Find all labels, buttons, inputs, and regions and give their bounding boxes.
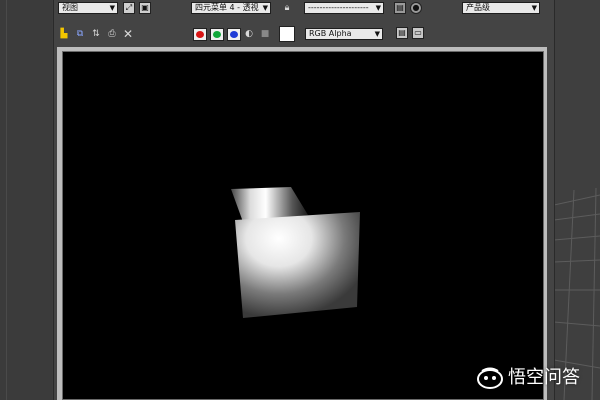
blue-dot-icon (230, 31, 238, 38)
grid-lines (554, 187, 600, 400)
red-dot-icon (196, 31, 204, 38)
render-mode-icon[interactable]: ▣ (139, 2, 151, 14)
render-setup-icon[interactable]: ▤ (394, 2, 406, 14)
left-viewport-background (0, 0, 52, 400)
copy-icon[interactable]: ⧉ (74, 28, 86, 40)
green-channel-toggle[interactable] (210, 28, 224, 41)
save-icon[interactable]: ▙ (58, 28, 70, 40)
rendered-object (231, 187, 360, 318)
monochrome-icon[interactable]: ◐ (243, 28, 255, 40)
watermark-text: 悟空问答 (508, 367, 580, 388)
render-icon[interactable]: ● (410, 2, 422, 14)
channel-display-dropdown[interactable]: RGB Alpha ▼ (305, 28, 383, 40)
color-swatch-icon[interactable] (279, 26, 295, 42)
render-preset-dropdown[interactable]: 四元菜单 4 - 透视 ▼ (191, 2, 271, 14)
render-region-icon[interactable]: ⤢ (123, 2, 135, 14)
watermark: 悟空问答 (472, 360, 600, 400)
lock-icon[interactable]: 🔒︎ (281, 2, 293, 14)
clone-icon[interactable]: ⇅ (90, 28, 102, 40)
blue-channel-toggle[interactable] (227, 28, 241, 41)
quality-dropdown[interactable]: 产品级 ▼ (462, 2, 540, 14)
green-dot-icon (213, 31, 221, 38)
print-icon[interactable]: ⎙ (106, 28, 118, 40)
view-dropdown[interactable]: 视图 ▼ (58, 2, 118, 14)
close-icon[interactable]: ✕ (122, 28, 134, 40)
render-viewport (62, 51, 544, 400)
object-front-face (235, 212, 360, 318)
named-set-dropdown[interactable]: --------------------- ▼ (304, 2, 384, 14)
display-icon[interactable]: ▭ (412, 27, 424, 39)
red-channel-toggle[interactable] (193, 28, 207, 41)
right-viewport-background (554, 0, 600, 400)
info-panel-icon[interactable]: ▤ (396, 27, 408, 39)
wukong-logo-icon (477, 367, 503, 389)
alpha-icon[interactable]: ■ (259, 28, 271, 40)
